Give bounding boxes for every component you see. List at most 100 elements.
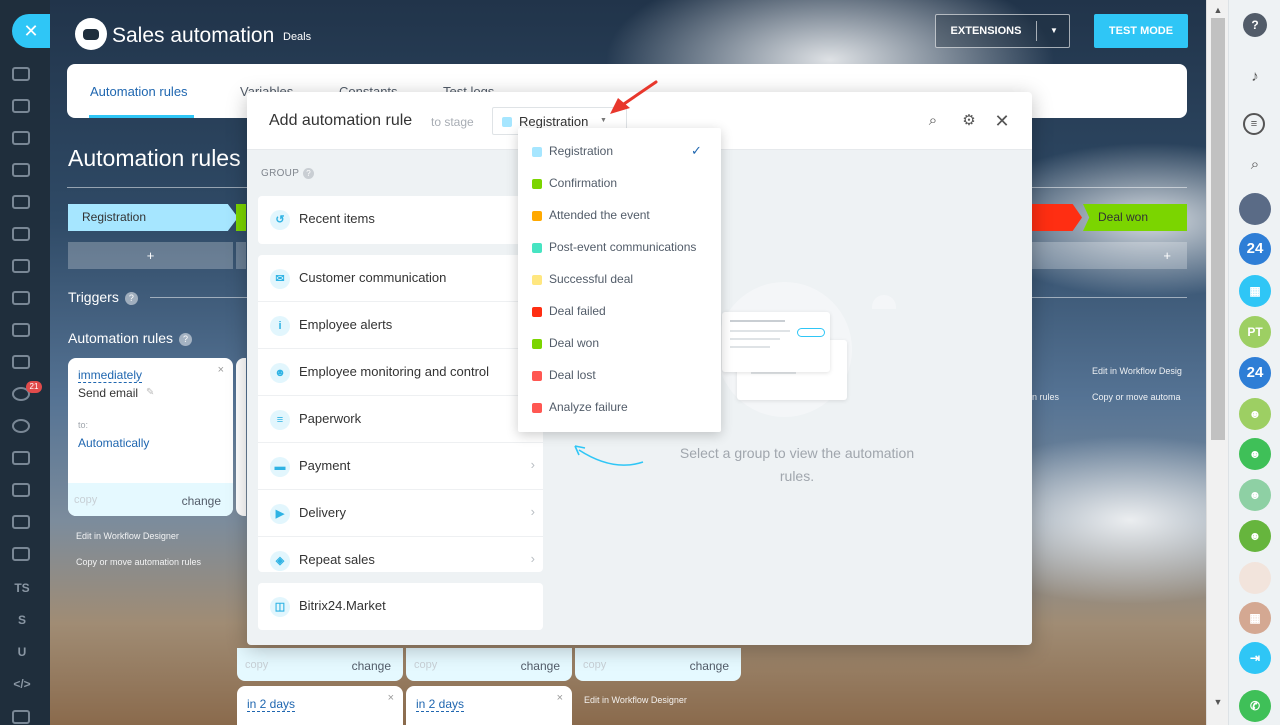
help-icon[interactable]: ?: [179, 332, 193, 346]
group-item-paperwork[interactable]: ≡ Paperwork: [258, 396, 543, 443]
group-item-label: Repeat sales: [299, 552, 375, 567]
help-icon[interactable]: ?: [303, 168, 315, 179]
edit-designer-link[interactable]: Edit in Workflow Designer: [76, 531, 179, 541]
copy-link[interactable]: copy: [583, 659, 606, 671]
pencil-icon[interactable]: ✎: [146, 387, 154, 398]
close-icon[interactable]: ✕: [993, 112, 1011, 130]
calendar-icon[interactable]: ▦: [1239, 275, 1271, 307]
stage-option-deal-failed[interactable]: Deal failed: [518, 296, 721, 328]
calendar-icon[interactable]: ▦: [1239, 602, 1271, 634]
chat-bubble-icon[interactable]: ≡: [1243, 113, 1265, 135]
rule-card[interactable]: in 2 days ×: [406, 686, 572, 725]
group-item-payment[interactable]: ▬ Payment ›: [258, 443, 543, 490]
copy-link[interactable]: copy: [414, 659, 437, 671]
settings-sliders-icon[interactable]: ⚙: [960, 112, 978, 130]
stage-option-deal-lost[interactable]: Deal lost: [518, 360, 721, 392]
copy-link[interactable]: copy: [74, 494, 97, 506]
edit-designer-link-2[interactable]: Edit in Workflow Desig: [1092, 366, 1182, 376]
rule-timing-link[interactable]: in 2 days: [247, 697, 296, 712]
bell-icon[interactable]: ♪: [1243, 65, 1267, 89]
group-icon[interactable]: ☻: [1239, 520, 1271, 552]
empty-state-text: Select a group to view the automation ru…: [679, 445, 915, 484]
rule-timing-link[interactable]: in 2 days: [416, 697, 465, 712]
group-item-market[interactable]: ◫ Bitrix24.Market: [258, 583, 543, 630]
group-item-employee-monitoring[interactable]: ☻ Employee monitoring and control: [258, 349, 543, 396]
change-link[interactable]: change: [690, 659, 729, 673]
search-icon[interactable]: ⌕: [924, 112, 942, 130]
tasks-icon[interactable]: [12, 99, 30, 113]
test-mode-button[interactable]: TEST MODE: [1094, 14, 1188, 48]
group-item-employee-alerts[interactable]: i Employee alerts: [258, 302, 543, 349]
group-item-delivery[interactable]: ▶ Delivery ›: [258, 490, 543, 537]
add-trigger-button-2[interactable]: [236, 242, 246, 269]
phone-icon[interactable]: ✆: [1239, 690, 1271, 722]
page-scrollbar[interactable]: ▲ ▼: [1206, 0, 1228, 725]
target-icon[interactable]: [12, 419, 30, 433]
stage-option-post-event[interactable]: Post-event communications: [518, 232, 721, 264]
change-link[interactable]: change: [352, 659, 391, 673]
scroll-thumb[interactable]: [1211, 18, 1225, 440]
close-icon[interactable]: ×: [218, 364, 224, 376]
close-slider-button[interactable]: ✕: [12, 14, 50, 48]
help-icon[interactable]: ?: [1243, 13, 1267, 37]
close-icon[interactable]: ×: [388, 692, 394, 704]
change-link[interactable]: change: [182, 494, 221, 508]
contact-card-icon[interactable]: [12, 483, 30, 497]
chevron-down-icon[interactable]: ▼: [1039, 15, 1069, 47]
rule-timing-link[interactable]: immediately: [78, 368, 143, 383]
scroll-up-arrow-icon[interactable]: ▲: [1207, 5, 1229, 15]
scroll-down-arrow-icon[interactable]: ▼: [1207, 697, 1229, 707]
stage-option-successful[interactable]: Successful deal: [518, 264, 721, 296]
groups-icon[interactable]: [12, 291, 30, 305]
edit-designer-link-3[interactable]: Edit in Workflow Designer: [584, 695, 687, 705]
drive-icon[interactable]: [12, 259, 30, 273]
avatar[interactable]: [1239, 562, 1271, 594]
code-icon[interactable]: </>: [10, 677, 34, 691]
checklist-icon[interactable]: [12, 355, 30, 369]
s-shortcut[interactable]: S: [10, 613, 34, 627]
exit-icon[interactable]: ⇥: [1239, 642, 1271, 674]
stage-option-attended[interactable]: Attended the event: [518, 200, 721, 232]
robot-icon[interactable]: [12, 227, 30, 241]
cart-icon[interactable]: [12, 451, 30, 465]
activity-icon[interactable]: [12, 67, 30, 81]
calendar-icon[interactable]: [12, 163, 30, 177]
ts-shortcut[interactable]: TS: [10, 581, 34, 595]
group-icon[interactable]: ☻: [1239, 438, 1271, 470]
group-icon[interactable]: ☻: [1239, 398, 1271, 430]
stage-option-confirmation[interactable]: Confirmation: [518, 168, 721, 200]
bitrix24-icon[interactable]: 24: [1239, 233, 1271, 265]
box-icon-2[interactable]: [12, 547, 30, 561]
add-trigger-button[interactable]: +: [68, 242, 233, 269]
close-icon[interactable]: ×: [557, 692, 563, 704]
change-link[interactable]: change: [521, 659, 560, 673]
stage-option-label: Confirmation: [549, 176, 618, 190]
group-item-recent[interactable]: ↺ Recent items: [258, 196, 543, 243]
box-icon[interactable]: [12, 515, 30, 529]
avatar[interactable]: [1239, 193, 1271, 225]
stage-option-registration[interactable]: Registration ✓: [518, 136, 721, 168]
copy-move-link[interactable]: Copy or move automation rules: [76, 557, 201, 567]
more-icon[interactable]: [12, 710, 30, 724]
group-item-customer-communication[interactable]: ✉ Customer communication: [258, 255, 543, 302]
search-icon[interactable]: ⌕: [1243, 153, 1267, 177]
group-icon[interactable]: ☻: [1239, 479, 1271, 511]
documents-icon[interactable]: [12, 195, 30, 209]
rule-card[interactable]: immediately × Send email ✎ to: Automatic…: [68, 358, 233, 516]
group-item-repeat-sales[interactable]: ◈ Repeat sales ›: [258, 537, 543, 572]
group-item-label: Customer communication: [299, 270, 447, 285]
extensions-button[interactable]: EXTENSIONS ▼: [935, 14, 1070, 48]
bitrix24-icon[interactable]: 24: [1239, 357, 1271, 389]
stage-option-deal-won[interactable]: Deal won: [518, 328, 721, 360]
help-icon[interactable]: ?: [124, 291, 138, 305]
copy-move-link-2[interactable]: Copy or move automa: [1092, 392, 1181, 402]
rule-card[interactable]: in 2 days ×: [237, 686, 403, 725]
chat-icon[interactable]: [12, 131, 30, 145]
copy-link[interactable]: copy: [245, 659, 268, 671]
avatar-pt[interactable]: PT: [1239, 316, 1271, 348]
mail-icon[interactable]: [12, 323, 30, 337]
stage-option-analyze-failure[interactable]: Analyze failure: [518, 392, 721, 424]
add-trigger-button-won[interactable]: +: [1032, 242, 1187, 269]
u-shortcut[interactable]: U: [10, 645, 34, 659]
tab-automation-rules[interactable]: Automation rules: [90, 84, 188, 99]
